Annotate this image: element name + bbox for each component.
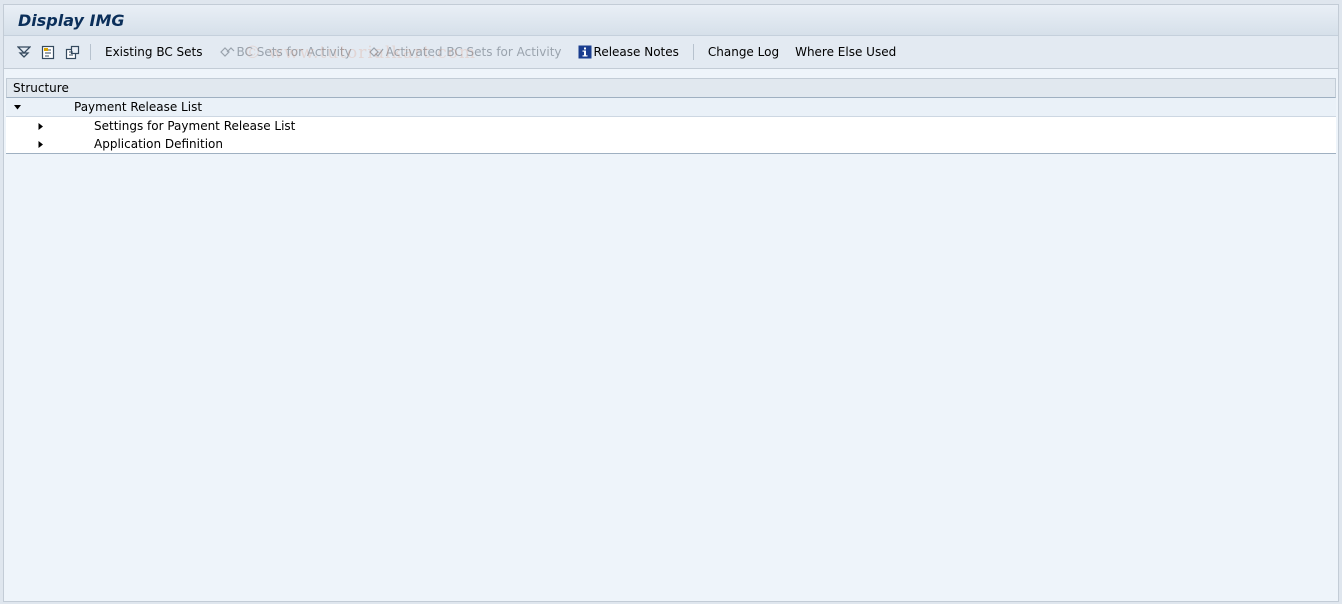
activated-bc-sets-button[interactable]: Activated BC Sets for Activity xyxy=(360,41,570,63)
where-else-used-button[interactable]: Where Else Used xyxy=(787,41,904,63)
application-toolbar: Existing BC Sets BC Sets for Activity Ac… xyxy=(4,36,1338,69)
expand-triangle-icon[interactable] xyxy=(35,139,45,149)
img-tree: Structure Payment Release List Settings … xyxy=(6,78,1336,154)
img-window: Display IMG Existing BC Sets BC Sets for… xyxy=(3,4,1339,602)
existing-bc-sets-button[interactable]: Existing BC Sets xyxy=(97,41,211,63)
release-notes-button[interactable]: Release Notes xyxy=(570,41,687,63)
bookmark-icon[interactable] xyxy=(64,44,80,60)
bc-sets-for-activity-button[interactable]: BC Sets for Activity xyxy=(211,41,360,63)
toolbar-separator xyxy=(90,44,91,60)
tree-node-label: Application Definition xyxy=(94,137,223,151)
tree-node-label: Settings for Payment Release List xyxy=(94,119,296,133)
collapse-triangle-icon[interactable] xyxy=(12,102,22,112)
tree-node-payment-release-list[interactable]: Payment Release List xyxy=(6,98,1336,117)
title-bar: Display IMG xyxy=(4,5,1338,36)
info-icon xyxy=(578,45,592,59)
release-notes-label: Release Notes xyxy=(593,45,679,59)
activated-bc-set-icon xyxy=(368,45,384,59)
structure-header-label: Structure xyxy=(13,81,69,95)
expand-triangle-icon[interactable] xyxy=(35,121,45,131)
change-log-button[interactable]: Change Log xyxy=(700,41,787,63)
tree-node-label: Payment Release List xyxy=(74,100,203,114)
expand-subtree-icon[interactable] xyxy=(16,44,32,60)
activated-bc-sets-label: Activated BC Sets for Activity xyxy=(385,45,562,59)
bc-sets-for-activity-label: BC Sets for Activity xyxy=(236,45,352,59)
structure-column-header[interactable]: Structure xyxy=(6,78,1336,98)
toolbar-separator xyxy=(692,44,694,60)
bc-set-icon xyxy=(219,45,235,59)
tree-node-application-definition[interactable]: Application Definition xyxy=(6,135,1336,154)
find-icon[interactable] xyxy=(40,44,56,60)
page-title: Display IMG xyxy=(18,10,125,30)
tree-node-settings[interactable]: Settings for Payment Release List xyxy=(6,117,1336,135)
